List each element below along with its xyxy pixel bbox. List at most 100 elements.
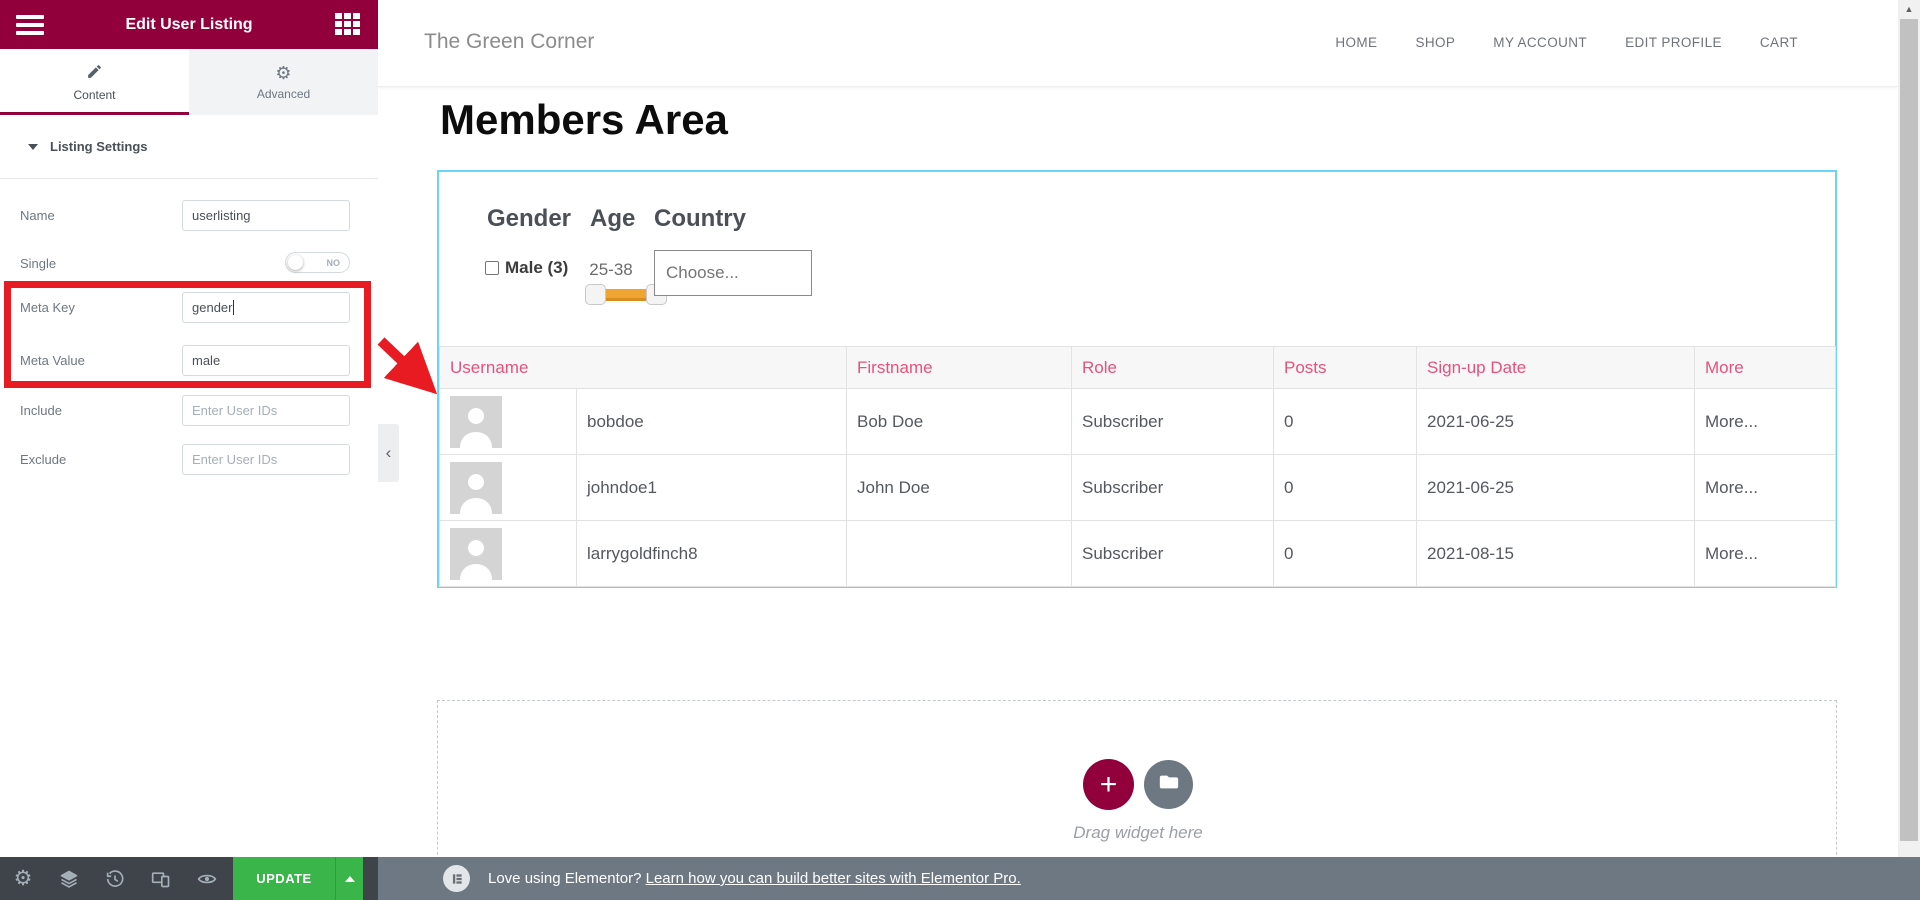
include-label: Include: [20, 403, 62, 418]
drag-widget-area: + Drag widget here: [437, 700, 1837, 870]
nav-cart[interactable]: CART: [1760, 35, 1798, 50]
filter-age-label: Age: [590, 205, 636, 232]
elementor-pro-link[interactable]: Learn how you can build better sites wit…: [646, 870, 1021, 887]
nav-shop[interactable]: SHOP: [1415, 35, 1455, 50]
meta-value-input[interactable]: [182, 345, 350, 376]
panel-header: Edit User Listing: [0, 0, 378, 49]
filter-gender-label: Gender: [487, 205, 572, 232]
pencil-icon: [86, 63, 103, 83]
avatar: [450, 527, 502, 580]
cell-username: bobdoe: [575, 388, 848, 455]
elementor-notice-bar: Love using Elementor? Learn how you can …: [378, 857, 1920, 900]
single-label: Single: [20, 256, 57, 271]
cell-username: johndoe1: [575, 454, 848, 521]
table-header-row: Username Firstname Role Posts Sign-up Da…: [438, 346, 1837, 389]
preview-canvas: The Green Corner HOME SHOP MY ACCOUNT ED…: [378, 0, 1898, 870]
cell-signup-date: 2021-06-25: [1416, 388, 1696, 455]
col-signup-date: Sign-up Date: [1416, 346, 1696, 389]
col-role: Role: [1071, 346, 1275, 389]
scroll-up-arrow-icon[interactable]: ▲: [1898, 4, 1920, 14]
toggle-knob: [288, 255, 303, 270]
meta-key-input[interactable]: gender: [182, 292, 350, 323]
toggle-state: NO: [326, 258, 341, 268]
section-title: Listing Settings: [50, 139, 148, 154]
scrollbar-thumb[interactable]: [1900, 19, 1918, 841]
nav-home[interactable]: HOME: [1335, 35, 1377, 50]
responsive-mode-icon[interactable]: [138, 869, 184, 889]
meta-key-value: gender: [192, 300, 233, 315]
cell-role: Subscriber: [1071, 388, 1275, 455]
user-listing-widget: Gender Age Country Male (3) 25-38 Choose…: [437, 170, 1837, 588]
caret-up-icon: [344, 875, 355, 882]
section-listing-settings[interactable]: Listing Settings: [0, 115, 378, 179]
tab-advanced-label: Advanced: [256, 86, 311, 101]
navigator-layers-icon[interactable]: [46, 869, 92, 889]
nav-edit-profile[interactable]: EDIT PROFILE: [1625, 35, 1722, 50]
single-toggle[interactable]: NO: [285, 252, 350, 273]
folder-icon: [1158, 771, 1180, 798]
age-range-value: 25-38: [589, 260, 633, 279]
gear-icon: ⚙: [275, 62, 292, 83]
users-table: Username Firstname Role Posts Sign-up Da…: [438, 346, 1837, 587]
site-nav: HOME SHOP MY ACCOUNT EDIT PROFILE CART: [1335, 35, 1798, 50]
notice-text: Love using Elementor? Learn how you can …: [488, 870, 1021, 887]
tab-advanced[interactable]: ⚙ Advanced: [189, 49, 378, 115]
slider-handle-min[interactable]: [585, 284, 606, 305]
more-link[interactable]: More...: [1694, 454, 1837, 521]
tab-content[interactable]: Content: [0, 49, 189, 115]
add-widget-button[interactable]: +: [1083, 759, 1134, 810]
male-checkbox-label: Male (3): [505, 258, 569, 277]
country-placeholder: Choose...: [666, 263, 739, 282]
include-input[interactable]: [182, 395, 350, 426]
elementor-editor: Edit User Listing Content ⚙ Advanced Lis…: [0, 0, 1920, 900]
avatar: [450, 461, 502, 514]
page-title: Members Area: [440, 96, 728, 143]
text-cursor: [233, 300, 235, 315]
elementor-logo-icon: [443, 865, 470, 892]
col-username: Username: [438, 346, 848, 389]
cell-signup-date: 2021-08-15: [1416, 520, 1696, 587]
cell-posts: 0: [1273, 520, 1418, 587]
cell-posts: 0: [1273, 454, 1418, 521]
plus-icon: +: [1099, 767, 1118, 801]
update-button[interactable]: UPDATE: [233, 857, 335, 900]
name-input[interactable]: [182, 200, 350, 231]
nav-my-account[interactable]: MY ACCOUNT: [1493, 35, 1587, 50]
more-link[interactable]: More...: [1694, 388, 1837, 455]
settings-icon[interactable]: ⚙: [0, 868, 46, 889]
cell-posts: 0: [1273, 388, 1418, 455]
country-select[interactable]: Choose...: [654, 250, 812, 296]
filter-country-label: Country: [654, 205, 746, 232]
page-scrollbar: ▲: [1898, 0, 1920, 857]
history-icon[interactable]: [92, 869, 138, 889]
site-header: The Green Corner HOME SHOP MY ACCOUNT ED…: [378, 0, 1898, 87]
table-row: larrygoldfinch8 Subscriber 0 2021-08-15 …: [439, 520, 1837, 587]
widgets-grid-icon[interactable]: [335, 13, 360, 35]
chevron-down-icon: [28, 143, 38, 150]
cell-firstname: John Doe: [846, 454, 1073, 521]
cell-firstname: Bob Doe: [846, 388, 1073, 455]
col-posts: Posts: [1273, 346, 1418, 389]
meta-value-label: Meta Value: [20, 353, 85, 368]
panel-collapse-handle[interactable]: ‹: [378, 424, 399, 482]
avatar: [450, 395, 502, 448]
cell-signup-date: 2021-06-25: [1416, 454, 1696, 521]
table-row: johndoe1 John Doe Subscriber 0 2021-06-2…: [439, 454, 1837, 521]
cell-role: Subscriber: [1071, 520, 1275, 587]
templates-folder-button[interactable]: [1144, 760, 1193, 809]
more-link[interactable]: More...: [1694, 520, 1837, 587]
name-label: Name: [20, 208, 55, 223]
panel-title: Edit User Listing: [125, 15, 253, 33]
preview-eye-icon[interactable]: [184, 869, 230, 889]
elementor-panel: Edit User Listing Content ⚙ Advanced Lis…: [0, 0, 378, 857]
cell-role: Subscriber: [1071, 454, 1275, 521]
update-options-button[interactable]: [335, 857, 363, 900]
drag-hint-text: Drag widget here: [1073, 823, 1203, 842]
panel-footer: ⚙ UPDATE: [0, 857, 378, 900]
exclude-input[interactable]: [182, 444, 350, 475]
panel-tabs: Content ⚙ Advanced: [0, 49, 378, 115]
meta-key-label: Meta Key: [20, 300, 75, 315]
male-checkbox[interactable]: [485, 261, 499, 275]
notice-prefix: Love using Elementor?: [488, 870, 646, 887]
cell-firstname: [846, 520, 1073, 587]
